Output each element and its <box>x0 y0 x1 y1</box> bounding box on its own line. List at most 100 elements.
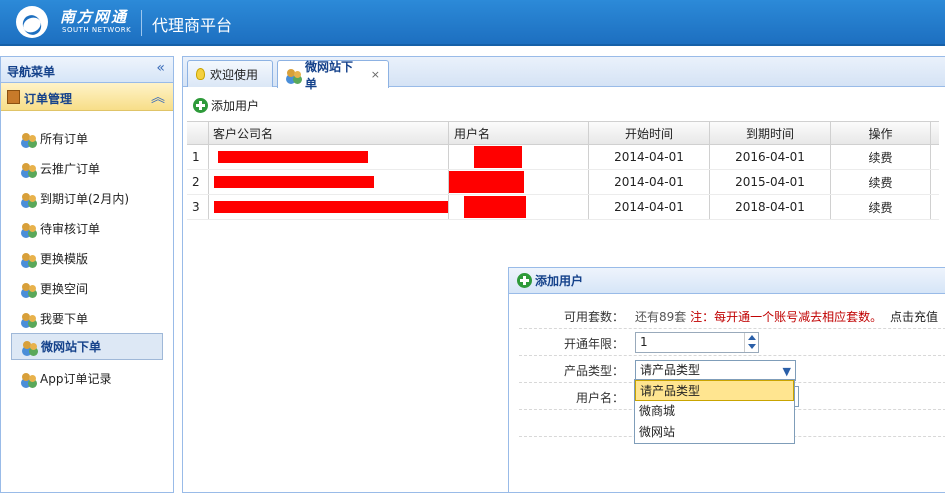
tab-micro-site-order[interactable]: 微网站下单 × <box>277 60 389 91</box>
end-date-cell: 2018-04-01 <box>710 195 831 219</box>
header-divider <box>141 10 142 36</box>
sidebar-item-label: 更换空间 <box>40 282 89 296</box>
redaction-bar <box>218 151 368 163</box>
grid-header-end[interactable]: 到期时间 <box>710 122 831 144</box>
arrow-up-icon[interactable] <box>748 335 756 340</box>
renew-link[interactable]: 续费 <box>831 170 931 194</box>
grid-header-username[interactable]: 用户名 <box>449 122 589 144</box>
sidebar-item-all-orders[interactable]: 所有订单 <box>11 125 163 152</box>
option-micro-mall[interactable]: 微商城 <box>635 401 794 422</box>
sidebar-item-change-template[interactable]: 更换模版 <box>11 245 163 272</box>
renew-link[interactable]: 续费 <box>831 145 931 169</box>
sidebar-item-micro-site-order[interactable]: 微网站下单 <box>11 333 163 360</box>
recharge-link[interactable]: 点击充值 <box>890 310 938 324</box>
redaction-bar <box>214 201 448 213</box>
redaction-bar <box>214 176 374 188</box>
sidebar-item-label: App订单记录 <box>40 372 112 386</box>
sidebar-item-cloud-promo-orders[interactable]: 云推广订单 <box>11 155 163 182</box>
dialog-title: 添加用户 <box>535 274 584 288</box>
users-icon <box>286 68 303 82</box>
company-cell <box>209 145 449 169</box>
table-row[interactable]: 3 2014-04-01 2018-04-01 续费 <box>187 195 939 220</box>
sidebar-item-label: 微网站下单 <box>41 340 102 354</box>
sidebar-item-expiring-orders[interactable]: 到期订单(2月内) <box>11 185 163 212</box>
username-cell <box>449 145 589 169</box>
double-chevron-up-icon[interactable]: ︽ <box>151 87 165 107</box>
start-date-cell: 2014-04-01 <box>589 195 710 219</box>
username-label: 用户名： <box>575 391 624 405</box>
double-chevron-left-icon[interactable]: « <box>156 60 165 76</box>
form-row-available: 可用套数： 还有89套 注：每开通一个账号减去相应套数。 点击充值 <box>519 302 945 329</box>
users-icon <box>21 192 38 206</box>
option-default[interactable]: 请产品类型 <box>635 380 794 401</box>
users-icon <box>21 222 38 236</box>
product-selected-value: 请产品类型 <box>640 363 701 377</box>
product-type-options: 请产品类型 微商城 微网站 <box>634 379 795 444</box>
available-value-group: 还有89套 注：每开通一个账号减去相应套数。 点击充值 <box>635 308 938 325</box>
table-row[interactable]: 1 2014-04-01 2016-04-01 续费 <box>187 145 939 170</box>
logo-text-en: SOUTH NETWORK <box>62 26 132 34</box>
table-row[interactable]: 2 2014-04-01 2015-04-01 续费 <box>187 170 939 195</box>
company-cell <box>209 170 449 194</box>
sidebar-header: 导航菜单 « <box>1 57 173 83</box>
company-cell <box>209 195 449 219</box>
row-index: 2 <box>187 170 209 194</box>
dialog-header: 添加用户 <box>509 268 945 294</box>
arrow-down-icon[interactable] <box>748 344 756 349</box>
username-cell <box>449 170 589 194</box>
users-icon <box>22 340 39 354</box>
users-icon <box>21 252 38 266</box>
grid-header-row: 客户公司名 用户名 开始时间 到期时间 操作 <box>187 121 939 145</box>
tab-welcome[interactable]: 欢迎使用 <box>187 60 273 87</box>
grid-header-company[interactable]: 客户公司名 <box>209 122 449 144</box>
row-index: 3 <box>187 195 209 219</box>
years-stepper[interactable]: 1 <box>635 332 759 353</box>
form-row-years: 开通年限： 1 <box>519 329 945 356</box>
redaction-bar <box>464 196 526 218</box>
sidebar-group-title: 订单管理 <box>24 92 73 106</box>
sidebar-group-orders[interactable]: 订单管理 ︽ <box>1 83 173 111</box>
sidebar-item-pending-review[interactable]: 待审核订单 <box>11 215 163 242</box>
redaction-bar <box>474 146 522 168</box>
folder-icon <box>7 90 20 104</box>
product-type-select[interactable]: 请产品类型 ▼ <box>635 360 796 381</box>
end-date-cell: 2015-04-01 <box>710 170 831 194</box>
users-icon <box>21 312 38 326</box>
sidebar-item-label: 云推广订单 <box>40 162 101 176</box>
tab-label: 微网站下单 <box>305 59 354 91</box>
stepper-buttons <box>744 333 758 352</box>
sidebar-item-label: 所有订单 <box>40 132 89 146</box>
sidebar-item-app-order-records[interactable]: App订单记录 <box>11 365 163 392</box>
add-icon <box>193 97 208 113</box>
product-label: 产品类型： <box>563 364 624 378</box>
available-label: 可用套数： <box>563 310 624 324</box>
sidebar-item-label: 更换模版 <box>40 252 89 266</box>
close-icon[interactable]: × <box>371 68 380 81</box>
row-index: 1 <box>187 145 209 169</box>
end-date-cell: 2016-04-01 <box>710 145 831 169</box>
sidebar-item-place-order[interactable]: 我要下单 <box>11 305 163 332</box>
start-date-cell: 2014-04-01 <box>589 170 710 194</box>
years-label: 开通年限： <box>563 337 624 351</box>
start-date-cell: 2014-04-01 <box>589 145 710 169</box>
available-value: 还有89套 <box>635 310 687 324</box>
orders-grid: 客户公司名 用户名 开始时间 到期时间 操作 1 2014-04-01 2016… <box>187 121 939 220</box>
app-header: 南方网通 SOUTH NETWORK 代理商平台 <box>0 0 945 46</box>
sidebar-item-label: 到期订单(2月内) <box>40 192 129 206</box>
sidebar-item-change-space[interactable]: 更换空间 <box>11 275 163 302</box>
add-user-button[interactable]: 添加用户 <box>211 97 259 114</box>
lightbulb-icon <box>196 68 205 80</box>
users-icon <box>21 372 38 386</box>
add-icon <box>517 273 532 288</box>
users-icon <box>21 162 38 176</box>
quota-note: 注：每开通一个账号减去相应套数。 <box>690 310 883 324</box>
sidebar: 导航菜单 « 订单管理 ︽ 所有订单 云推广订单 到期订单(2月内) 待审核订单… <box>0 56 174 493</box>
sidebar-title: 导航菜单 <box>7 65 56 79</box>
years-value: 1 <box>640 335 648 349</box>
grid-header-index <box>187 122 209 144</box>
renew-link[interactable]: 续费 <box>831 195 931 219</box>
grid-header-start[interactable]: 开始时间 <box>589 122 710 144</box>
option-micro-site[interactable]: 微网站 <box>635 422 794 443</box>
users-icon <box>21 132 38 146</box>
grid-header-action[interactable]: 操作 <box>831 122 931 144</box>
